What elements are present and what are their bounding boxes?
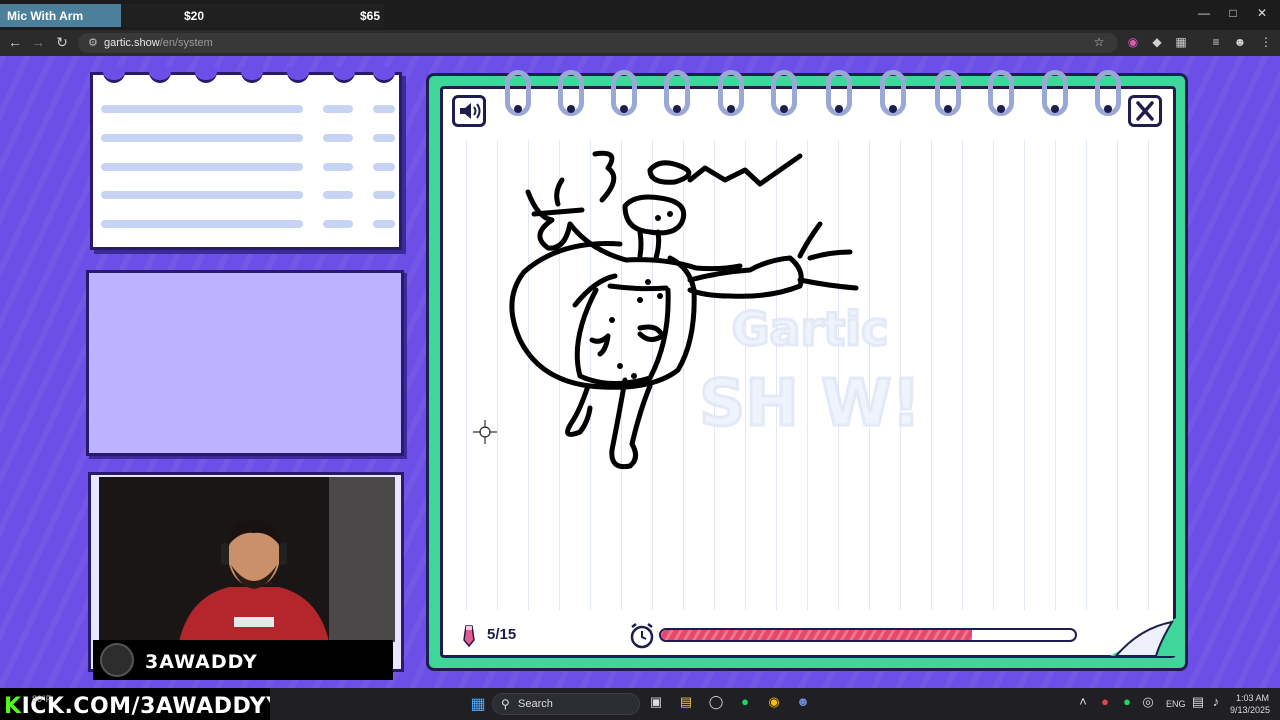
maximize-icon[interactable]: □ <box>1223 6 1243 20</box>
tray-spotify-icon[interactable]: ● <box>1117 694 1137 714</box>
placeholder-line <box>373 220 395 228</box>
close-window-icon[interactable]: ✕ <box>1252 6 1272 20</box>
placeholder-line <box>101 163 303 171</box>
notebook-ring <box>1095 70 1121 116</box>
tray-app-icon[interactable]: ● <box>1095 694 1115 714</box>
minimize-icon[interactable]: — <box>1194 6 1214 20</box>
clock-date[interactable]: 9/13/2025 <box>1230 705 1270 715</box>
chrome-icon[interactable]: ◉ <box>764 694 784 714</box>
windows-taskbar: 80°F ▦ ▣ ▤ ◯ ● ◉ ☻ ˄ ● ● ◎ ENG ▤ ♪ 1:03 … <box>32 688 1280 720</box>
start-menu-icon[interactable]: ▦ <box>468 694 488 714</box>
media-controls-icon[interactable]: ≡ <box>1208 35 1224 49</box>
app-icon-circle[interactable]: ◯ <box>706 694 726 714</box>
crosshair-cursor-icon <box>473 420 497 444</box>
timer-clock-icon <box>630 623 654 649</box>
notebook-ring <box>988 70 1014 116</box>
search-placeholder: Search <box>518 698 553 710</box>
network-icon[interactable]: ▤ <box>1188 694 1208 714</box>
placeholder-line <box>101 134 303 142</box>
discord-icon[interactable]: ☻ <box>793 694 813 714</box>
placeholder-line <box>323 163 353 171</box>
stream-goal-target: $65 <box>360 9 381 23</box>
stream-goal-title: Mic With Arm <box>7 9 84 23</box>
weather-temp: 80°F <box>32 694 52 704</box>
notebook-ring <box>771 70 797 116</box>
close-game-button[interactable] <box>1128 95 1162 127</box>
chat-panel <box>86 270 404 456</box>
browser-address-bar: ← → ↻ ⚙ gartic.show/en/system ☆ ◉ ◆ ▦ ≡ … <box>0 30 1280 56</box>
extensions-puzzle-icon[interactable]: ▦ <box>1173 35 1189 49</box>
language-indicator[interactable]: ENG <box>1166 699 1186 709</box>
page-curl <box>1110 618 1176 656</box>
card-scallop <box>287 67 309 83</box>
tray-mic-icon[interactable]: ◎ <box>1138 694 1158 714</box>
bookmark-star-icon[interactable]: ☆ <box>1091 35 1107 49</box>
back-icon[interactable]: ← <box>6 34 24 50</box>
browser-menu-icon[interactable]: ⋮ <box>1258 35 1274 49</box>
notebook-ring <box>505 70 531 116</box>
card-scallop <box>333 67 355 83</box>
sound-toggle-button[interactable] <box>452 95 486 127</box>
extension-color-icon[interactable]: ◉ <box>1125 35 1141 49</box>
notebook-ring <box>1042 70 1068 116</box>
browser-tab-strip: Mic With Arm $20 $65 — □ ✕ <box>0 0 1280 30</box>
player-drawing <box>509 150 859 470</box>
card-scallop <box>149 67 171 83</box>
url-text: gartic.show/en/system <box>104 37 213 49</box>
speaker-icon <box>460 103 481 119</box>
notebook-ring <box>718 70 744 116</box>
notebook-ring <box>664 70 690 116</box>
search-icon: ⚲ <box>501 697 510 711</box>
placeholder-line <box>373 163 395 171</box>
spotify-icon[interactable]: ● <box>735 694 755 714</box>
file-explorer-icon[interactable]: ▤ <box>676 694 696 714</box>
placeholder-line <box>323 105 353 113</box>
placeholder-line <box>323 220 353 228</box>
card-scallop <box>241 67 263 83</box>
card-scallop <box>103 67 125 83</box>
pencil-icon <box>463 625 475 648</box>
streamer-name: 3AWADDY <box>145 651 258 673</box>
placeholder-line <box>101 191 303 199</box>
stream-goal-bar: Mic With Arm $20 $65 <box>0 4 384 27</box>
site-info-icon[interactable]: ⚙ <box>88 36 98 49</box>
notebook-ring <box>558 70 584 116</box>
timer-progress-fill <box>661 630 972 640</box>
url-input[interactable]: ⚙ gartic.show/en/system <box>78 33 1118 53</box>
notebook-ring <box>826 70 852 116</box>
forward-icon[interactable]: → <box>29 34 47 50</box>
notebook-ring <box>935 70 961 116</box>
notebook-ring <box>880 70 906 116</box>
card-scallop <box>373 67 395 83</box>
placeholder-line <box>373 191 395 199</box>
close-icon <box>1136 101 1154 121</box>
placeholder-line <box>373 134 395 142</box>
streamer-avatar <box>100 643 134 677</box>
profile-icon[interactable]: ☻ <box>1232 35 1248 49</box>
taskbar-search[interactable]: ⚲ Search <box>492 693 640 715</box>
timer-progress-bar <box>659 628 1077 642</box>
stream-goal-current: $20 <box>184 9 205 23</box>
placeholder-line <box>373 105 395 113</box>
card-scallop <box>195 67 217 83</box>
placeholder-line <box>101 105 303 113</box>
volume-icon[interactable]: ♪ <box>1206 694 1226 714</box>
webcam-video <box>99 477 395 642</box>
tray-chevron-icon[interactable]: ˄ <box>1073 694 1093 714</box>
round-counter: 5/15 <box>487 626 517 643</box>
reload-icon[interactable]: ↻ <box>53 34 71 51</box>
placeholder-line <box>323 191 353 199</box>
notebook-ring <box>611 70 637 116</box>
extension-diamond-icon[interactable]: ◆ <box>1149 35 1165 49</box>
clock-time[interactable]: 1:03 AM <box>1236 693 1269 703</box>
streamer-figure <box>179 520 329 642</box>
placeholder-line <box>323 134 353 142</box>
placeholder-line <box>101 220 303 228</box>
task-view-icon[interactable]: ▣ <box>646 694 666 714</box>
player-list-card <box>90 67 402 250</box>
